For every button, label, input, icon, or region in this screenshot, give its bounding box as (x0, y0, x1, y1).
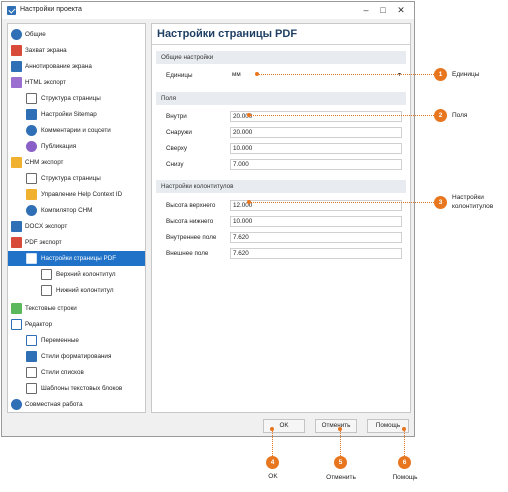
footer-icon (41, 285, 52, 296)
ok-button[interactable]: OK (263, 419, 305, 433)
callout-badge-2: 2 (434, 109, 447, 122)
format-styles-icon (26, 351, 37, 362)
tree-item-chm-page-structure[interactable]: Структура страницы (8, 171, 145, 186)
callout-badge-4: 4 (266, 456, 279, 469)
tree-item-screen-annotation[interactable]: Аннотирование экрана (8, 59, 145, 74)
capture-icon (11, 45, 22, 56)
tree-item-html-export[interactable]: HTML экспорт (8, 75, 145, 90)
tree-item-text-block-templates[interactable]: Шаблоны текстовых блоков (8, 381, 145, 396)
tree-item-format-styles[interactable]: Стили форматирования (8, 349, 145, 364)
tree-item-docx-export[interactable]: DOCX экспорт (8, 219, 145, 234)
callout-line-4 (272, 431, 273, 456)
app-icon (7, 6, 16, 15)
close-icon[interactable]: ✕ (393, 4, 409, 17)
tree-item-pdf-header[interactable]: Верхний колонтитул (8, 267, 145, 282)
sitemap-icon (26, 109, 37, 120)
outer-margin-label: Внешнее поле (166, 250, 209, 257)
section-margins: Поля (156, 92, 406, 105)
header-height-label: Высота верхнего (166, 202, 216, 209)
project-settings-window: Настройки проекта – □ ✕ Общие Захват экр… (1, 1, 415, 437)
annotate-icon (11, 61, 22, 72)
tree-item-editor[interactable]: Редактор (8, 317, 145, 332)
pdf-icon (11, 237, 22, 248)
settings-panel: Настройки страницы PDF Общие настройки Е… (151, 23, 411, 413)
text-strings-icon (11, 303, 22, 314)
units-label: Единицы (166, 72, 193, 79)
footer-height-field[interactable]: 10.000 (230, 216, 402, 227)
tree-item-list-styles[interactable]: Стили списков (8, 365, 145, 380)
tree-item-chm-compiler[interactable]: Компилятор CHM (8, 203, 145, 218)
gear-icon (11, 29, 22, 40)
cloud-icon (26, 141, 37, 152)
bottom-field[interactable]: 7.000 (230, 159, 402, 170)
page-title: Настройки страницы PDF (157, 28, 298, 40)
tree-item-sitemap[interactable]: Настройки Sitemap (8, 107, 145, 122)
list-styles-icon (26, 367, 37, 378)
callout-line-3 (251, 202, 434, 203)
tree-item-variables[interactable]: Переменные (8, 333, 145, 348)
footer-height-label: Высота нижнего (166, 218, 214, 225)
text-block-templates-icon (26, 383, 37, 394)
callout-line-5 (340, 431, 341, 456)
variables-icon (26, 335, 37, 346)
collaboration-icon (11, 399, 22, 410)
callout-badge-6: 6 (398, 456, 411, 469)
page-structure-icon (26, 93, 37, 104)
tree-item-chm-export[interactable]: CHM экспорт (8, 155, 145, 170)
tree-item-comments[interactable]: Комментарии и соцсети (8, 123, 145, 138)
compiler-icon (26, 205, 37, 216)
callout-badge-1: 1 (434, 68, 447, 81)
bottom-label: Снизу (166, 161, 184, 168)
inside-field[interactable]: 20.000 (230, 111, 402, 122)
inside-label: Внутри (166, 113, 187, 120)
section-headers-footers: Настройки колонтитулов (156, 180, 406, 193)
callout-text-3: Настройки колонтитулов (452, 194, 494, 210)
title-divider (152, 44, 410, 45)
maximize-icon[interactable]: □ (375, 4, 391, 17)
cancel-button[interactable]: Отменить (315, 419, 357, 433)
tree-item-screen-capture[interactable]: Захват экрана (8, 43, 145, 58)
settings-tree: Общие Захват экрана Аннотирование экрана… (7, 23, 146, 413)
callout-line-6 (404, 431, 405, 456)
comments-icon (26, 125, 37, 136)
html-icon (11, 77, 22, 88)
tree-item-collaboration[interactable]: Совместная работа (8, 397, 145, 412)
section-general: Общие настройки (156, 51, 406, 64)
tree-item-pdf-page-settings[interactable]: Настройки страницы PDF (8, 251, 145, 266)
inner-margin-label: Внутреннее поле (166, 234, 217, 241)
page-structure-icon (26, 173, 37, 184)
docx-icon (11, 221, 22, 232)
tree-item-help-context-id[interactable]: Управление Help Context ID (8, 187, 145, 202)
top-label: Сверху (166, 145, 188, 152)
tree-item-pdf-footer[interactable]: Нижний колонтитул (8, 283, 145, 298)
inner-margin-field[interactable]: 7.620 (230, 232, 402, 243)
callout-text-4: OK (268, 473, 278, 480)
callout-text-2: Поля (452, 112, 468, 119)
callout-text-1: Единицы (452, 71, 480, 78)
editor-icon (11, 319, 22, 330)
outside-field[interactable]: 20.000 (230, 127, 402, 138)
title-bar: Настройки проекта – □ ✕ (2, 2, 414, 19)
tree-item-general[interactable]: Общие (8, 27, 145, 42)
callout-badge-5: 5 (334, 456, 347, 469)
chevron-down-icon[interactable]: ▼ (397, 72, 402, 78)
tree-item-pdf-export[interactable]: PDF экспорт (8, 235, 145, 250)
outside-label: Снаружи (166, 129, 192, 136)
chm-icon (11, 157, 22, 168)
tree-item-html-page-structure[interactable]: Структура страницы (8, 91, 145, 106)
callout-line-2 (251, 115, 434, 116)
tree-item-text-strings[interactable]: Текстовые строки (8, 301, 145, 316)
page-settings-icon (26, 253, 37, 264)
minimize-icon[interactable]: – (358, 4, 374, 17)
tree-item-publishing[interactable]: Публикация (8, 139, 145, 154)
context-id-icon (26, 189, 37, 200)
callout-text-5: Отменить (326, 474, 356, 481)
outer-margin-field[interactable]: 7.620 (230, 248, 402, 259)
header-icon (41, 269, 52, 280)
callout-badge-3: 3 (434, 196, 447, 209)
callout-text-6: Помощь (392, 474, 418, 481)
callout-line-1 (259, 74, 434, 75)
top-field[interactable]: 10.000 (230, 143, 402, 154)
window-title: Настройки проекта (20, 6, 82, 13)
